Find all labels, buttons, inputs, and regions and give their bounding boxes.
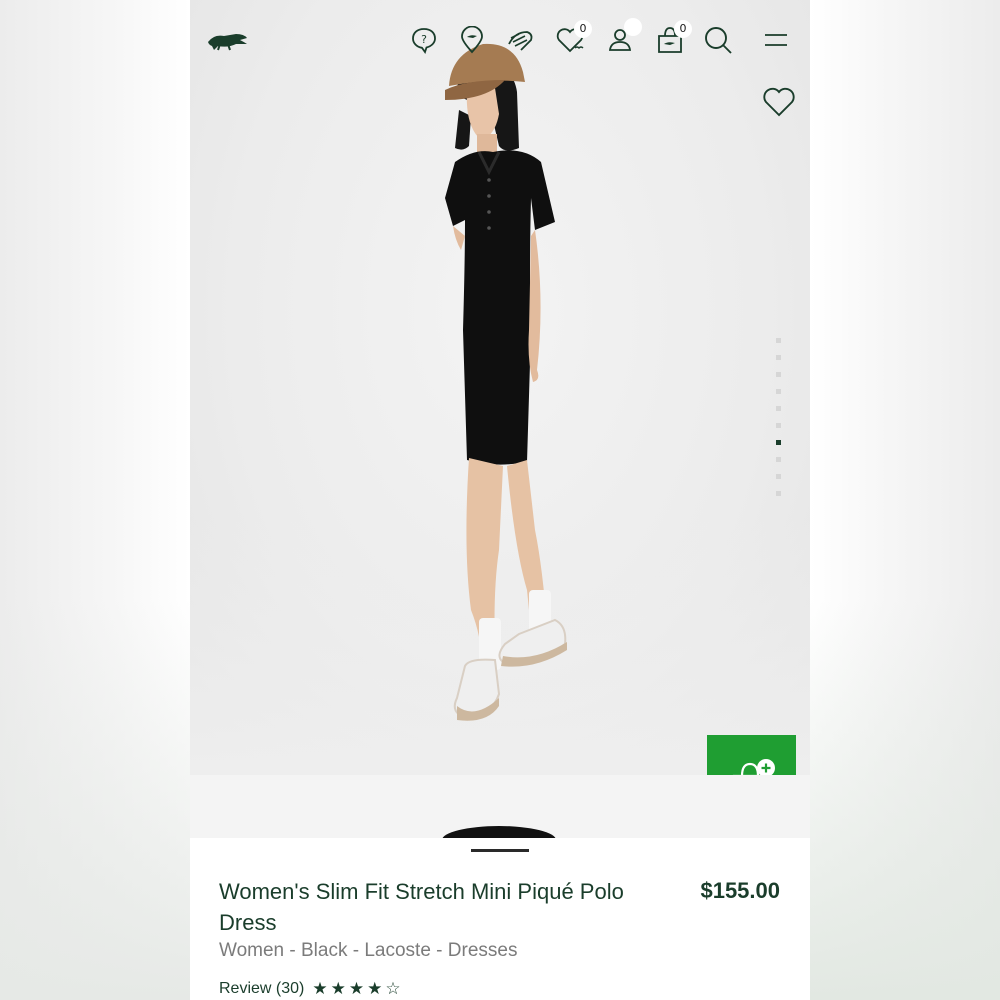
product-info-sheet: Women's Slim Fit Stretch Mini Piqué Polo…	[190, 838, 810, 1000]
star-filled-icon: ★	[330, 979, 346, 999]
gallery-pager-dot[interactable]	[776, 440, 781, 445]
phone-screen: ? 0 0 Women's Slim Fit Stretch Mini Piqu…	[190, 0, 810, 1000]
product-price: $155.00	[700, 878, 780, 903]
gallery-pager-dot[interactable]	[776, 474, 781, 479]
account-icon[interactable]	[602, 18, 642, 58]
wishlist-icon[interactable]: 0	[552, 20, 592, 58]
gallery-pager	[776, 338, 782, 508]
star-filled-icon: ★	[312, 979, 328, 999]
background-fade-right	[810, 600, 1000, 1000]
rating-stars: ★ ★ ★ ★ ☆	[312, 980, 400, 998]
review-count-label: Review (30)	[219, 980, 305, 997]
site-header: ? 0 0	[190, 0, 810, 80]
cart-icon[interactable]: 0	[652, 20, 692, 58]
star-filled-icon: ★	[348, 979, 365, 999]
product-title: Women's Slim Fit Stretch Mini Piqué Polo…	[219, 879, 624, 935]
star-filled-icon: ★	[367, 979, 383, 999]
menu-icon[interactable]	[758, 22, 794, 58]
gallery-pager-dot[interactable]	[776, 423, 781, 428]
club-icon[interactable]	[502, 22, 538, 58]
svg-text:?: ?	[421, 33, 427, 46]
gallery-pager-dot[interactable]	[776, 372, 781, 377]
sheet-drag-handle[interactable]	[471, 849, 529, 852]
store-locator-icon[interactable]	[454, 22, 490, 58]
account-status-dot	[624, 18, 642, 36]
review-summary[interactable]: Review (30) ★ ★ ★ ★ ☆	[219, 980, 401, 998]
model-photo	[445, 43, 567, 721]
heart-icon	[763, 87, 795, 117]
gallery-pager-dot[interactable]	[776, 457, 781, 462]
product-breadcrumb[interactable]: Women - Black - Lacoste - Dresses	[219, 940, 517, 962]
star-empty-icon: ☆	[385, 979, 401, 999]
wishlist-count-badge: 0	[574, 20, 592, 38]
add-to-wishlist-button[interactable]	[760, 84, 798, 120]
background-fade-left	[0, 600, 190, 1000]
gallery-pager-dot[interactable]	[776, 389, 781, 394]
gallery-pager-dot[interactable]	[776, 406, 781, 411]
product-image[interactable]	[190, 0, 810, 775]
lacoste-crocodile-logo[interactable]	[206, 28, 248, 52]
gallery-pager-dot[interactable]	[776, 355, 781, 360]
gallery-pager-dot[interactable]	[776, 491, 781, 496]
search-icon[interactable]	[700, 22, 736, 58]
gallery-pager-dot[interactable]	[776, 338, 781, 343]
cart-count-badge: 0	[674, 20, 692, 38]
help-chat-icon[interactable]: ?	[406, 22, 442, 58]
